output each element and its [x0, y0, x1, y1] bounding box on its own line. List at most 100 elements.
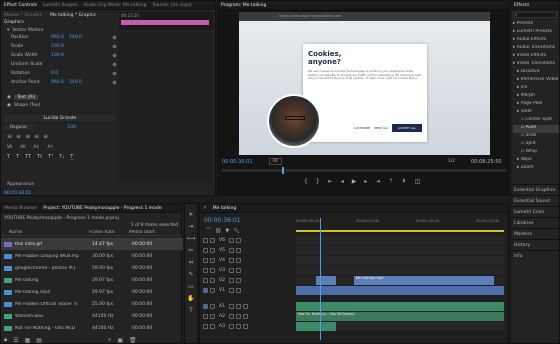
property-value[interactable]: 960.0 [51, 80, 69, 85]
project-item-row[interactable]: Me talking.mp4 29.97 fps 00:00:00 [1, 286, 183, 298]
timeline-playhead[interactable] [320, 218, 321, 340]
program-scrub-bar[interactable] [222, 167, 506, 174]
effect-tree-item[interactable]: ▸ Audio Effects [513, 37, 559, 45]
justify-last-icon[interactable]: ≡ [43, 133, 48, 140]
sync-lock-icon[interactable] [229, 304, 234, 309]
slip-tool-icon[interactable]: ⇔ [188, 259, 193, 266]
effect-tree-item[interactable]: ▸ Dissolve [513, 69, 559, 77]
timeline-clip[interactable]: Me talking.mp4 [354, 276, 494, 285]
property-value[interactable]: 960.0 [51, 35, 69, 40]
track-lane[interactable] [296, 266, 504, 275]
source-patch-toggle[interactable] [203, 304, 208, 309]
workspace-panel-tab[interactable]: History [511, 239, 560, 250]
lock-track-icon[interactable] [210, 304, 215, 309]
lock-track-icon[interactable] [210, 278, 215, 283]
go-to-in-icon[interactable]: ⇤ [328, 178, 333, 185]
type-tool-icon[interactable]: T [189, 307, 193, 314]
lock-track-icon[interactable] [210, 238, 215, 243]
project-item-row[interactable]: this intro.gif 14.47 fps 00:00:00 [1, 238, 183, 250]
step-forward-icon[interactable]: ▸ [364, 178, 367, 185]
effect-tree-item[interactable]: ▫ Push [513, 125, 559, 133]
tab-project[interactable]: Project: YOUTUBE Peakymosapple - Progres… [43, 206, 161, 211]
lock-track-icon[interactable] [210, 314, 215, 319]
align-center-icon[interactable]: ≡ [16, 133, 21, 140]
tracking-icon[interactable]: VA [7, 144, 12, 149]
font-dropdown[interactable]: Lucida Grande [4, 115, 116, 121]
sync-lock-icon[interactable] [229, 238, 234, 243]
trash-icon[interactable]: 🗑︎ [129, 336, 137, 344]
snap-icon[interactable]: ⌒ [206, 227, 211, 234]
col-name[interactable]: Name [4, 230, 89, 235]
all-caps-icon[interactable]: TT [25, 154, 31, 160]
add-marker-icon[interactable]: ▼ [225, 227, 229, 234]
text-layer-row[interactable]: ◉ Text (Ri) [1, 94, 215, 100]
mute-icon[interactable] [236, 314, 241, 319]
source-patch-toggle[interactable] [203, 248, 208, 253]
source-patch-toggle[interactable] [203, 324, 208, 329]
effect-tree-item[interactable]: ▸ Audio Transitions [513, 45, 559, 53]
effect-tree-item[interactable]: ▫ Split [513, 141, 559, 149]
lock-track-icon[interactable] [210, 268, 215, 273]
workspace-panel-tab[interactable]: Essential Graphics [511, 184, 560, 195]
property-row[interactable]: Uniform Scale [1, 61, 119, 67]
tab-lumetri-scopes[interactable]: Lumetri Scopes [43, 3, 78, 8]
eye-icon[interactable] [236, 268, 241, 273]
effect-tree-item[interactable]: ▸ Slide [513, 109, 559, 117]
list-view-icon[interactable]: ☰ [13, 336, 18, 344]
lock-track-icon[interactable] [210, 324, 215, 329]
tab-source[interactable]: Source: (no clips) [153, 3, 192, 8]
keyframe-toggle-icon[interactable] [112, 34, 117, 40]
effects-search[interactable]: ⌕ [513, 12, 557, 18]
eye-icon[interactable] [236, 288, 241, 293]
effect-tree-item[interactable]: ▫ Center Split [513, 117, 559, 125]
tab-effect-controls[interactable]: Effect Controls [4, 3, 37, 8]
property-value[interactable]: 0.0 [51, 71, 69, 76]
property-value-2[interactable]: 540.0 [69, 80, 82, 85]
col-frame-rate[interactable]: Frame Rate [89, 230, 129, 235]
track-lane[interactable] [296, 236, 504, 245]
lock-track-icon[interactable] [210, 248, 215, 253]
lock-track-icon[interactable] [210, 258, 215, 263]
keyframe-toggle-icon[interactable] [112, 61, 117, 67]
keyframe-toggle-icon[interactable] [112, 52, 117, 58]
kerning-icon[interactable]: AV [20, 144, 25, 149]
source-patch-toggle[interactable] [203, 268, 208, 273]
eye-icon[interactable]: ◉ [7, 103, 11, 108]
timeline-work-area[interactable] [296, 230, 504, 232]
baseline-icon[interactable]: A↑ [48, 144, 54, 149]
property-row[interactable]: Position 960.0 540.0 [1, 34, 119, 40]
workspace-panel-tab[interactable]: Libraries [511, 217, 560, 228]
effect-tree-item[interactable]: ▸ Immersive Video [513, 77, 559, 85]
master-clip-label[interactable]: Master * Graphic [4, 13, 42, 18]
effect-tree-item[interactable]: ▸ Zoom [513, 165, 559, 173]
rectangle-tool-icon[interactable]: ▭ [188, 283, 194, 290]
effect-tree-item[interactable]: ▫ Whip [513, 149, 559, 157]
project-item-row[interactable]: googlechrome - photos Pt1 59.00 fps 00:00:… [1, 262, 183, 274]
project-item-row[interactable]: Me Hubbie Looping WEB.mp 30.00 fps 00:00:0… [1, 250, 183, 262]
eye-icon[interactable] [236, 248, 241, 253]
workspace-panel-tab[interactable]: Info [511, 250, 560, 261]
align-right-icon[interactable]: ≡ [25, 133, 30, 140]
effects-title[interactable]: Effects [514, 3, 529, 8]
eye-icon[interactable] [236, 258, 241, 263]
export-frame-icon[interactable]: ◫ [414, 178, 420, 185]
mute-icon[interactable] [236, 304, 241, 309]
bold-icon[interactable]: T [7, 154, 10, 160]
workspace-panel-tab[interactable]: Markers [511, 228, 560, 239]
timeline-timecode[interactable]: 00:00:36:01 [204, 217, 241, 224]
track-lane[interactable] [296, 246, 504, 255]
program-title[interactable]: Program: Me talking [221, 3, 266, 8]
eye-icon[interactable]: ◉ [7, 95, 11, 100]
leading-icon[interactable]: A↕ [33, 144, 39, 149]
wrench-icon[interactable]: 🔧︎ [233, 227, 239, 234]
property-value-2[interactable]: 540.0 [69, 35, 82, 40]
track-select-icon[interactable]: ⇥ [188, 223, 193, 230]
extract-icon[interactable]: ⇞ [401, 178, 406, 185]
appearance-row[interactable]: Appearance [1, 181, 215, 187]
sync-lock-icon[interactable] [229, 248, 234, 253]
ripple-edit-icon[interactable]: ⟷ [187, 235, 196, 242]
resolution-dropdown[interactable]: 1/2 [448, 159, 455, 164]
source-patch-toggle[interactable] [203, 238, 208, 243]
eye-icon[interactable] [236, 278, 241, 283]
property-value[interactable]: 100.0 [51, 44, 69, 49]
